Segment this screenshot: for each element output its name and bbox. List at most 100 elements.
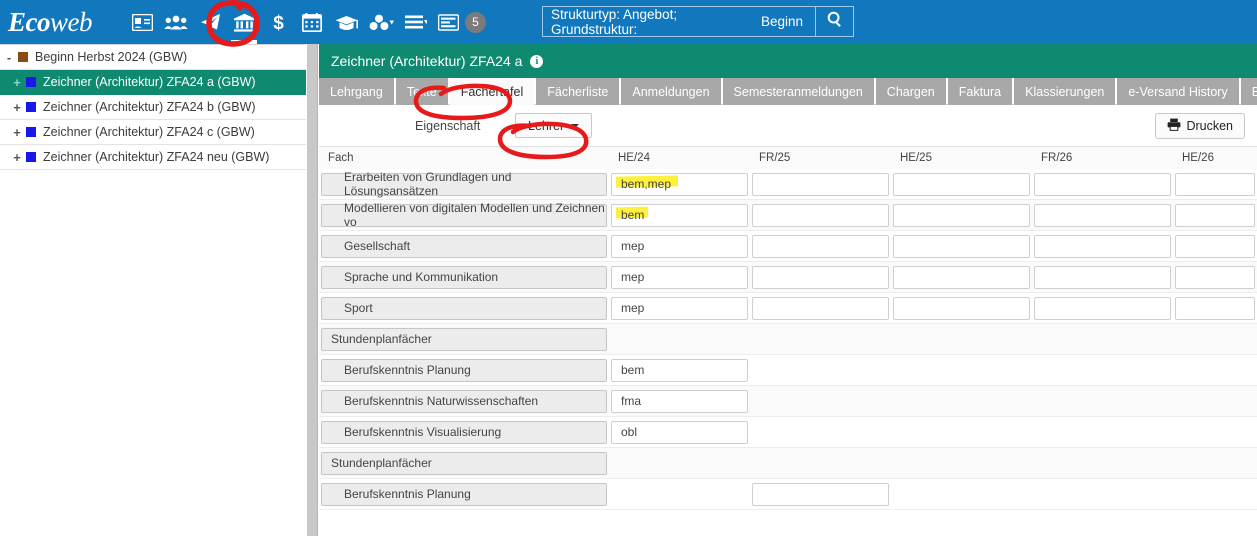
- tree-node[interactable]: - Beginn Herbst 2024 (GBW): [0, 45, 306, 70]
- tab-e-versand-history[interactable]: e-Versand History: [1117, 78, 1239, 105]
- tree-node[interactable]: + Zeichner (Architektur) ZFA24 c (GBW): [0, 120, 306, 145]
- teacher-input[interactable]: mep: [611, 296, 748, 320]
- sidebar-resize-divider[interactable]: [306, 44, 318, 536]
- eigenschaft-dropdown[interactable]: Lehrer: [515, 113, 593, 138]
- teacher-input[interactable]: [893, 203, 1030, 227]
- teacher-input[interactable]: [893, 172, 1030, 196]
- teacher-input[interactable]: [1034, 296, 1171, 320]
- list-icon[interactable]: [399, 0, 433, 44]
- brand-web: web: [50, 6, 93, 37]
- value-cell: [891, 324, 1032, 355]
- column-header: FR/25: [759, 152, 791, 164]
- graduation-cap-icon[interactable]: [329, 0, 363, 44]
- fach-cell: Erarbeiten von Grundlagen und Lösungsans…: [319, 169, 609, 200]
- expand-icon[interactable]: +: [8, 75, 26, 90]
- tab-lehrgang[interactable]: Lehrgang: [319, 78, 394, 105]
- table-row: Sprache und Kommunikation mep: [319, 262, 1257, 293]
- search-input[interactable]: Strukturtyp: Angebot; Grundstruktur: Beg…: [543, 7, 815, 37]
- tab-chargen[interactable]: Chargen: [875, 78, 946, 105]
- value-cell: [1173, 417, 1257, 448]
- teacher-input[interactable]: [1175, 265, 1255, 289]
- tab-klassierungen[interactable]: Klassierungen: [1014, 78, 1116, 105]
- fach-cell: Berufskenntnis Visualisierung: [319, 417, 609, 448]
- value-cell: mep: [609, 293, 750, 324]
- value-cell: [1173, 448, 1257, 479]
- tab-faktura[interactable]: Faktura: [947, 78, 1013, 105]
- tab-semesteranmeldungen[interactable]: Semesteranmeldungen: [722, 78, 874, 105]
- expand-icon[interactable]: +: [8, 150, 26, 165]
- teacher-input[interactable]: [752, 265, 889, 289]
- tab-texte[interactable]: Texte: [395, 78, 448, 105]
- teacher-input[interactable]: [893, 296, 1030, 320]
- table-row: Stundenplanfächer: [319, 448, 1257, 479]
- value-cell: [891, 386, 1032, 417]
- value-cell: [1032, 417, 1173, 448]
- teacher-input[interactable]: [752, 234, 889, 258]
- teacher-input[interactable]: [1175, 172, 1255, 196]
- tree-node-label: Beginn Herbst 2024 (GBW): [35, 50, 188, 64]
- structure-tree-sidebar[interactable]: - Beginn Herbst 2024 (GBW) + Zeichner (Arch…: [0, 44, 306, 536]
- teacher-input[interactable]: [1175, 234, 1255, 258]
- fach-cell: Berufskenntnis Naturwissenschaften: [319, 386, 609, 417]
- print-button[interactable]: Drucken: [1155, 112, 1245, 139]
- value-cell: [1032, 448, 1173, 479]
- teacher-input[interactable]: [1034, 234, 1171, 258]
- fach-name-field: Gesellschaft: [321, 234, 607, 258]
- expand-icon[interactable]: +: [8, 125, 26, 140]
- tree-node[interactable]: + Zeichner (Architektur) ZFA24 b (GBW): [0, 95, 306, 120]
- value-cell: bem: [609, 200, 750, 231]
- fach-cell: Stundenplanfächer: [319, 448, 609, 479]
- value-cell: fma: [609, 386, 750, 417]
- calendar-icon[interactable]: [295, 0, 329, 44]
- teacher-input[interactable]: mep: [611, 265, 748, 289]
- bank-icon[interactable]: [227, 0, 261, 44]
- table-row: Berufskenntnis Planung: [319, 479, 1257, 510]
- teacher-input[interactable]: bem: [611, 358, 748, 382]
- teacher-input[interactable]: bem: [611, 203, 748, 227]
- expand-icon[interactable]: +: [8, 100, 26, 115]
- teacher-input[interactable]: [1034, 172, 1171, 196]
- tree-node[interactable]: + Zeichner (Architektur) ZFA24 neu (GBW): [0, 145, 306, 170]
- teacher-input-value: fma: [621, 394, 642, 408]
- value-cell: [891, 479, 1032, 510]
- dollar-icon[interactable]: $: [261, 0, 295, 44]
- teacher-input[interactable]: [752, 203, 889, 227]
- teacher-input[interactable]: [1034, 265, 1171, 289]
- teacher-input[interactable]: obl: [611, 420, 748, 444]
- teacher-input[interactable]: [752, 482, 889, 506]
- value-cell: [750, 169, 891, 200]
- tab-berichte[interactable]: Berichte: [1240, 78, 1257, 105]
- column-header: HE/24: [618, 152, 650, 164]
- app-logo[interactable]: Ecoweb: [0, 7, 125, 38]
- search-input-value: Beginn: [760, 14, 803, 29]
- teacher-input[interactable]: fma: [611, 389, 748, 413]
- paper-plane-icon[interactable]: [193, 0, 227, 44]
- tab-anmeldungen[interactable]: Anmeldungen: [621, 78, 721, 105]
- info-icon[interactable]: i: [530, 54, 544, 68]
- teacher-input[interactable]: [752, 296, 889, 320]
- tasks-icon[interactable]: 5: [433, 0, 491, 44]
- search-button[interactable]: [815, 7, 853, 36]
- tab-bar: Lehrgang Texte Fächertafel Fächerliste Anmel…: [319, 78, 1257, 105]
- teacher-input[interactable]: [893, 265, 1030, 289]
- users-icon[interactable]: [159, 0, 193, 44]
- tab-f-chertafel[interactable]: Fächertafel: [449, 78, 535, 105]
- tab-f-cherliste[interactable]: Fächerliste: [536, 78, 620, 105]
- printer-icon: [1167, 118, 1181, 134]
- teacher-input[interactable]: [1175, 203, 1255, 227]
- fach-name-field: Sport: [321, 296, 607, 320]
- value-cell: [750, 200, 891, 231]
- teacher-input[interactable]: [1034, 203, 1171, 227]
- teacher-input[interactable]: [1175, 296, 1255, 320]
- teacher-input[interactable]: [893, 234, 1030, 258]
- id-card-icon[interactable]: [125, 0, 159, 44]
- tree-node[interactable]: + Zeichner (Architektur) ZFA24 a (GBW): [0, 70, 306, 95]
- sitemap-icon[interactable]: [363, 0, 399, 44]
- teacher-input[interactable]: [752, 172, 889, 196]
- teacher-input[interactable]: bem,mep: [611, 172, 748, 196]
- teacher-input-value: mep: [621, 301, 645, 315]
- collapse-icon[interactable]: -: [0, 50, 18, 65]
- main-content-panel: Zeichner (Architektur) ZFA24 a i Lehrgan…: [319, 44, 1257, 536]
- teacher-input[interactable]: mep: [611, 234, 748, 258]
- tree-node-label: Zeichner (Architektur) ZFA24 neu (GBW): [43, 150, 270, 164]
